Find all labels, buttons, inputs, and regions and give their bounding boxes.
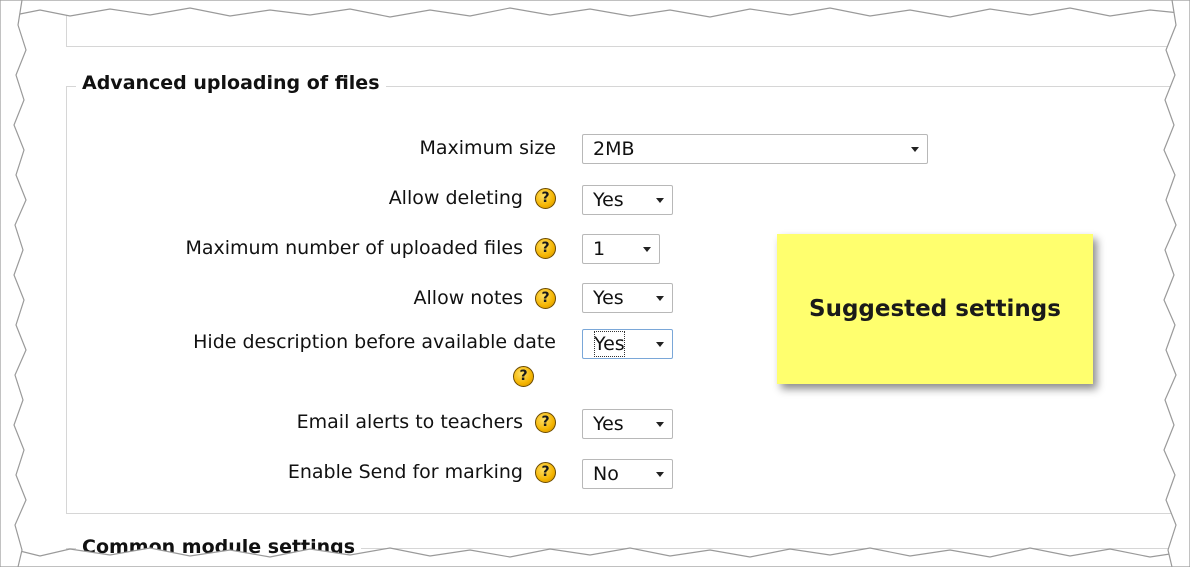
chevron-down-icon (656, 422, 664, 427)
hide-description-select[interactable]: Yes (582, 329, 673, 359)
email-alerts-select[interactable]: Yes (582, 409, 673, 439)
help-icon[interactable]: ? (535, 188, 556, 209)
chevron-down-icon (656, 342, 664, 347)
chevron-down-icon (656, 472, 664, 477)
next-section-title: Common module settings (76, 536, 362, 558)
max-size-select[interactable]: 2MB (582, 134, 928, 164)
chevron-down-icon (656, 198, 664, 203)
send-for-marking-label: Enable Send for marking? (288, 461, 556, 483)
previous-fieldset-edge (66, 0, 1177, 47)
allow-notes-select[interactable]: Yes (582, 283, 673, 313)
max-size-label: Maximum size (419, 137, 557, 159)
screenshot-clip: Advanced uploading of files Maximum size… (0, 0, 1190, 567)
chevron-down-icon (911, 147, 919, 152)
help-icon[interactable]: ? (535, 238, 556, 259)
allow-notes-label: Allow notes? (414, 287, 556, 309)
chevron-down-icon (656, 296, 664, 301)
max-files-select[interactable]: 1 (582, 234, 660, 264)
help-icon[interactable]: ? (513, 366, 534, 387)
allow-deleting-label: Allow deleting? (389, 187, 556, 209)
help-icon[interactable]: ? (535, 288, 556, 309)
send-for-marking-select[interactable]: No (582, 459, 673, 489)
email-alerts-label: Email alerts to teachers? (297, 411, 556, 433)
help-icon[interactable]: ? (535, 412, 556, 433)
help-icon[interactable]: ? (535, 462, 556, 483)
hide-description-label: Hide description before available date (193, 331, 556, 353)
chevron-down-icon (643, 247, 651, 252)
section-title: Advanced uploading of files (76, 72, 386, 94)
allow-deleting-select[interactable]: Yes (582, 185, 673, 215)
suggested-settings-note: Suggested settings (777, 234, 1093, 384)
max-files-label: Maximum number of uploaded files? (185, 237, 556, 259)
